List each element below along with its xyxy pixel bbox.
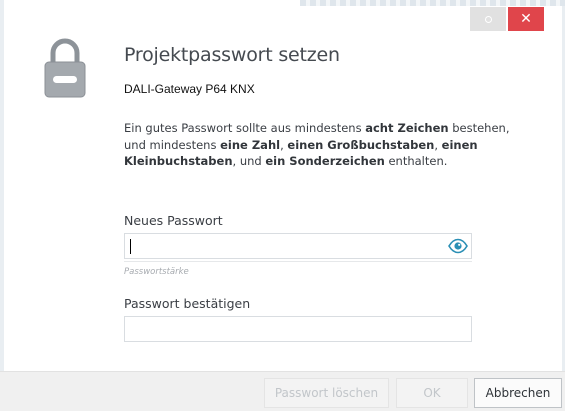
password-hint: Ein gutes Passwort sollte aus mindestens…: [124, 120, 524, 170]
text-caret: [130, 239, 131, 254]
close-icon: ✕: [520, 11, 532, 27]
hint-emphasis: acht Zeichen: [365, 121, 449, 135]
background-window-strip: [300, 0, 565, 6]
password-strength-label: Passwortstärke: [124, 261, 472, 277]
hint-text: enthalten.: [384, 154, 448, 168]
page-title: Projektpasswort setzen: [124, 44, 340, 66]
hint-text: Ein gutes Passwort sollte aus mindestens: [124, 121, 366, 135]
restore-button[interactable]: [470, 7, 506, 31]
close-button[interactable]: ✕: [508, 7, 544, 31]
new-password-field[interactable]: [124, 233, 472, 259]
delete-password-button[interactable]: Passwort löschen: [264, 378, 389, 408]
ok-button[interactable]: OK: [396, 378, 468, 408]
hint-text: , und: [232, 154, 266, 168]
hint-emphasis: eine Zahl: [220, 137, 281, 152]
restore-icon: [484, 15, 492, 23]
confirm-password-field[interactable]: [124, 316, 472, 342]
hint-text: ,: [434, 137, 442, 152]
lock-icon: [44, 38, 86, 98]
confirm-password-label: Passwort bestätigen: [124, 296, 251, 311]
cancel-button[interactable]: Abbrechen: [474, 378, 562, 408]
hint-emphasis: einen Großbuchstaben: [287, 137, 435, 152]
device-name: DALI-Gateway P64 KNX: [124, 82, 255, 96]
hint-emphasis: ein Sonderzeichen: [265, 154, 385, 168]
eye-icon[interactable]: [448, 238, 468, 254]
password-dialog: ✕ Projektpasswort setzen DALI-Gateway P6…: [0, 0, 565, 411]
new-password-label: Neues Passwort: [124, 213, 223, 228]
window-left-edge: [0, 0, 4, 410]
